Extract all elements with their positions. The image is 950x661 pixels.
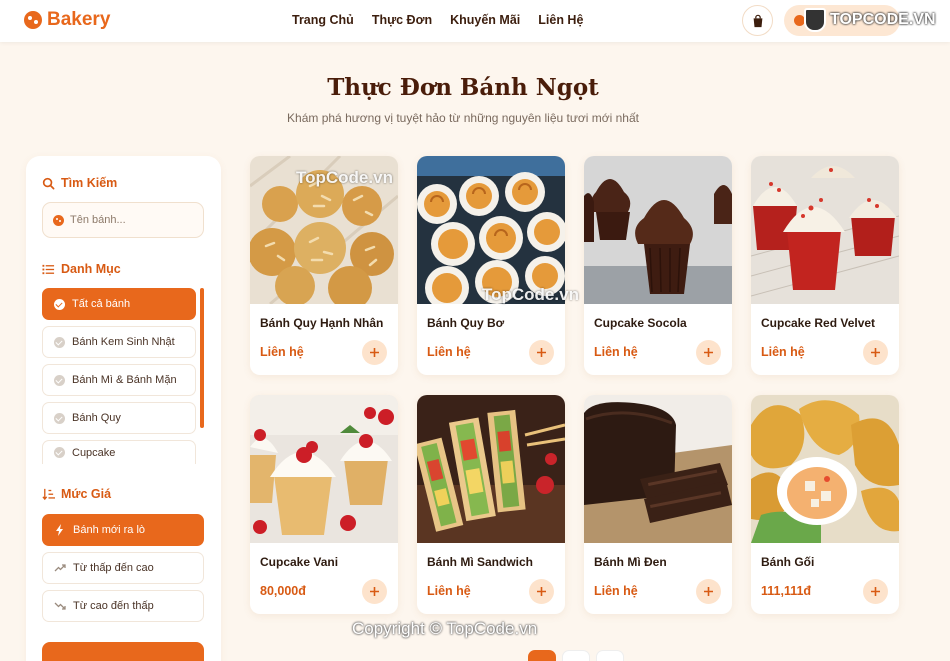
- product-name: Bánh Quy Bơ: [427, 316, 505, 330]
- product-card[interactable]: Bánh Gối 111,111đ: [751, 395, 899, 614]
- search-input[interactable]: Tên bánh...: [42, 202, 204, 238]
- product-price: Liên hệ: [260, 345, 304, 359]
- product-name: Cupcake Red Velvet: [761, 316, 876, 330]
- logo-text: Bakery: [47, 9, 111, 30]
- price-option-newest[interactable]: Bánh mới ra lò: [42, 514, 204, 546]
- plus-icon: [370, 587, 379, 596]
- page-subtitle: Khám phá hương vị tuyệt hảo từ những ngu…: [287, 111, 639, 125]
- search-placeholder: Tên bánh...: [70, 214, 126, 226]
- nav-item-contact[interactable]: Liên Hệ: [538, 13, 583, 27]
- topcode-logo-watermark: TOPCODE.VN: [804, 8, 936, 32]
- check-icon: [54, 298, 65, 310]
- product-image: [751, 156, 899, 304]
- category-bread[interactable]: Bánh Mì & Bánh Mặn: [42, 364, 196, 396]
- product-price: 80,000đ: [260, 584, 306, 598]
- cookie-icon: [24, 11, 42, 29]
- check-icon: [54, 447, 65, 458]
- product-card[interactable]: Bánh Mì Sandwich Liên hệ: [417, 395, 565, 614]
- product-name: Bánh Gối: [761, 555, 815, 569]
- check-icon: [54, 374, 65, 386]
- trend-up-icon: [54, 564, 66, 572]
- category-section-title: Danh Mục: [42, 262, 121, 276]
- product-card[interactable]: Bánh Mì Đen Liên hệ: [584, 395, 732, 614]
- product-card[interactable]: Bánh Quy Hạnh Nhân Liên hệ: [250, 156, 398, 375]
- pagination-page[interactable]: [562, 650, 590, 661]
- product-price: Liên hệ: [427, 584, 471, 598]
- product-price: Liên hệ: [761, 345, 805, 359]
- product-price: Liên hệ: [427, 345, 471, 359]
- category-all[interactable]: Tất cả bánh: [42, 288, 196, 320]
- trend-down-icon: [54, 602, 66, 610]
- product-image: [584, 156, 732, 304]
- check-icon: [54, 336, 65, 348]
- lightning-icon: [56, 524, 63, 536]
- price-option-low-to-high[interactable]: Từ thấp đến cao: [42, 552, 204, 584]
- nav-item-home[interactable]: Trang Chủ: [292, 13, 354, 27]
- product-card[interactable]: Cupcake Vani 80,000đ: [250, 395, 398, 614]
- category-cookies[interactable]: Bánh Quy: [42, 402, 196, 434]
- price-section-title: Mức Giá: [42, 487, 111, 501]
- product-name: Bánh Mì Sandwich: [427, 555, 534, 569]
- sort-icon: [42, 488, 55, 500]
- nav-item-menu[interactable]: Thực Đơn: [372, 13, 432, 27]
- nav-item-promotions[interactable]: Khuyến Mãi: [450, 13, 520, 27]
- cookie-icon: [53, 214, 64, 226]
- plus-icon: [871, 348, 880, 357]
- topcode-shield-icon: [804, 8, 826, 32]
- check-icon: [54, 412, 65, 424]
- shopping-bag-icon: [753, 14, 762, 27]
- product-name: Cupcake Vani: [260, 555, 339, 569]
- product-price: 111,111đ: [761, 584, 812, 598]
- list-icon: [42, 264, 55, 274]
- category-scrollbar[interactable]: [200, 288, 204, 428]
- add-to-cart-button[interactable]: [863, 340, 888, 365]
- product-image: [417, 156, 565, 304]
- filter-sidebar: Tìm Kiếm Tên bánh... Danh Mục Tất cả bán…: [26, 156, 221, 661]
- plus-icon: [537, 587, 546, 596]
- plus-icon: [537, 348, 546, 357]
- product-name: Bánh Mì Đen: [594, 555, 667, 569]
- pagination-page[interactable]: [596, 650, 624, 661]
- category-cupcake[interactable]: Cupcake: [42, 440, 196, 464]
- product-image: [584, 395, 732, 543]
- price-option-high-to-low[interactable]: Từ cao đến thấp: [42, 590, 204, 622]
- product-card[interactable]: Cupcake Red Velvet Liên hệ: [751, 156, 899, 375]
- apply-filter-button[interactable]: [42, 642, 204, 661]
- category-birthday-cake[interactable]: Bánh Kem Sinh Nhật: [42, 326, 196, 358]
- pagination-page-active[interactable]: [528, 650, 556, 661]
- add-to-cart-button[interactable]: [529, 340, 554, 365]
- product-card[interactable]: Cupcake Socola Liên hệ: [584, 156, 732, 375]
- cart-button[interactable]: [742, 5, 773, 36]
- copyright-watermark: Copyright © TopCode.vn: [352, 619, 538, 638]
- product-price: Liên hệ: [594, 584, 638, 598]
- search-section-title: Tìm Kiếm: [42, 176, 117, 190]
- add-to-cart-button[interactable]: [362, 340, 387, 365]
- add-to-cart-button[interactable]: [696, 340, 721, 365]
- main-nav: Trang Chủ Thực Đơn Khuyến Mãi Liên Hệ: [292, 13, 583, 27]
- product-image: [250, 395, 398, 543]
- page-title: Thực Đơn Bánh Ngọt: [327, 74, 599, 101]
- product-image: [751, 395, 899, 543]
- plus-icon: [704, 587, 713, 596]
- search-icon: [42, 177, 55, 189]
- add-to-cart-button[interactable]: [529, 579, 554, 604]
- product-price: Liên hệ: [594, 345, 638, 359]
- top-header: Bakery Trang Chủ Thực Đơn Khuyến Mãi Liê…: [0, 0, 950, 42]
- product-image: [417, 395, 565, 543]
- add-to-cart-button[interactable]: [863, 579, 888, 604]
- product-image: [250, 156, 398, 304]
- logo[interactable]: Bakery: [24, 9, 110, 31]
- add-to-cart-button[interactable]: [362, 579, 387, 604]
- product-card[interactable]: Bánh Quy Bơ Liên hệ: [417, 156, 565, 375]
- product-name: Cupcake Socola: [594, 316, 687, 330]
- add-to-cart-button[interactable]: [696, 579, 721, 604]
- product-name: Bánh Quy Hạnh Nhân: [260, 316, 384, 330]
- plus-icon: [871, 587, 880, 596]
- plus-icon: [370, 348, 379, 357]
- plus-icon: [704, 348, 713, 357]
